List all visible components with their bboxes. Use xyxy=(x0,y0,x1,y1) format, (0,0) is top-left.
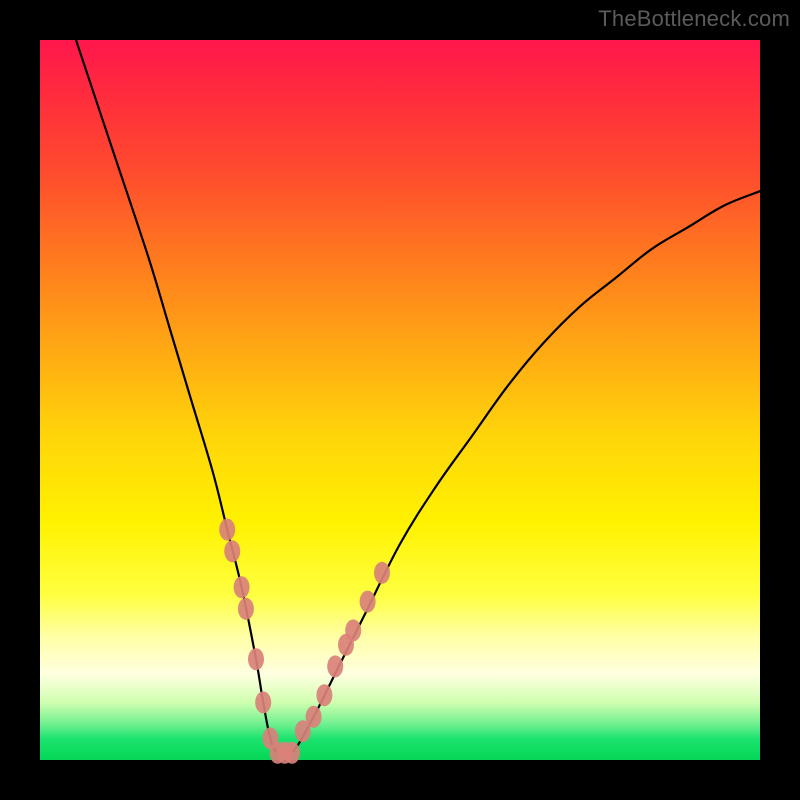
watermark-text: TheBottleneck.com xyxy=(598,6,790,32)
marker-point xyxy=(345,619,361,641)
marker-point xyxy=(248,648,264,670)
marker-point xyxy=(360,591,376,613)
curve-layer xyxy=(40,40,760,760)
marker-point xyxy=(238,598,254,620)
marker-point xyxy=(219,519,235,541)
marker-point xyxy=(284,742,300,764)
marker-group xyxy=(219,519,390,764)
marker-point xyxy=(316,684,332,706)
marker-point xyxy=(374,562,390,584)
marker-point xyxy=(255,691,271,713)
plot-area xyxy=(40,40,760,760)
marker-point xyxy=(224,540,240,562)
marker-point xyxy=(234,576,250,598)
chart-frame: TheBottleneck.com xyxy=(0,0,800,800)
bottleneck-curve xyxy=(76,40,760,756)
marker-point xyxy=(327,655,343,677)
marker-point xyxy=(306,706,322,728)
